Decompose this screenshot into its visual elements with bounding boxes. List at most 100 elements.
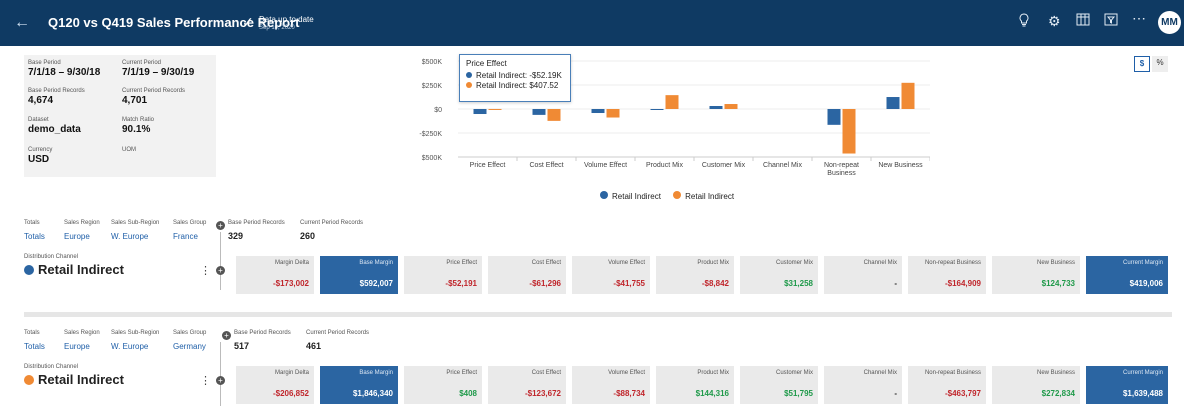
metric-card[interactable]: Margin Delta -$173,002 xyxy=(236,256,314,294)
gear-icon[interactable]: ⚙ xyxy=(1048,13,1061,30)
metric-card-value: $144,316 xyxy=(695,389,729,398)
bar[interactable] xyxy=(606,109,620,118)
subregion-link[interactable]: W. Europe xyxy=(111,232,148,241)
bar[interactable] xyxy=(709,105,723,109)
y-tick-label: $500K xyxy=(422,155,443,162)
metric-card-label: Base Margin xyxy=(359,260,393,266)
plus-icon[interactable]: + xyxy=(222,331,231,340)
metric-card[interactable]: Current Margin $419,006 xyxy=(1086,256,1168,294)
base-records-value: 329 xyxy=(228,231,244,241)
kebab-menu-icon[interactable]: ⋮ xyxy=(200,374,211,387)
current-records-label: Current Period Records xyxy=(306,330,370,336)
bar[interactable] xyxy=(665,95,679,109)
metric-card-value: $419,006 xyxy=(1129,279,1163,288)
totals-link[interactable]: Totals xyxy=(24,342,45,351)
metric-card[interactable]: Customer Mix $31,258 xyxy=(740,256,818,294)
metric-card[interactable]: New Business $272,834 xyxy=(992,366,1080,404)
bar[interactable] xyxy=(827,109,841,125)
metric-card[interactable]: Margin Delta -$206,852 xyxy=(236,366,314,404)
filter-icon[interactable] xyxy=(1104,13,1118,29)
region-label: Sales Region xyxy=(64,330,100,336)
bar[interactable] xyxy=(488,108,502,110)
channel-name-text: Retail Indirect xyxy=(38,262,124,277)
lightbulb-icon[interactable] xyxy=(1018,13,1030,30)
metric-card[interactable]: Non-repeat Business -$164,909 xyxy=(908,256,986,294)
metric-card[interactable]: Volume Effect -$41,755 xyxy=(572,256,650,294)
metric-card[interactable]: Cost Effect -$61,296 xyxy=(488,256,566,294)
metric-card[interactable]: Base Margin $1,846,340 xyxy=(320,366,398,404)
metric-card[interactable]: Product Mix $144,316 xyxy=(656,366,734,404)
metric-card-label: Channel Mix xyxy=(863,260,897,266)
metric-card-label: Current Margin xyxy=(1122,260,1163,266)
x-tick-label: Non-repeat xyxy=(824,162,859,169)
legend-item[interactable]: Retail Indirect xyxy=(673,191,734,201)
dataset-label: Dataset xyxy=(28,117,49,123)
columns-icon[interactable] xyxy=(1076,13,1090,29)
metric-card[interactable]: Channel Mix - xyxy=(824,256,902,294)
bar[interactable] xyxy=(547,109,561,121)
subregion-link[interactable]: W. Europe xyxy=(111,342,148,351)
metric-card[interactable]: Product Mix -$8,842 xyxy=(656,256,734,294)
current-period: Current Period 7/1/19 – 9/30/19 xyxy=(122,59,194,79)
bar[interactable] xyxy=(473,109,487,115)
metric-card-value: $124,733 xyxy=(1041,279,1075,288)
plus-icon[interactable]: + xyxy=(216,376,225,385)
tooltip-title: Price Effect xyxy=(466,59,507,68)
group-link[interactable]: France xyxy=(173,232,198,241)
metric-card[interactable]: Volume Effect -$88,734 xyxy=(572,366,650,404)
dollar-toggle[interactable]: $ xyxy=(1134,56,1150,72)
bar[interactable] xyxy=(886,97,900,109)
y-tick-label: -$250K xyxy=(419,131,442,138)
metric-card[interactable]: Price Effect -$52,191 xyxy=(404,256,482,294)
group-link[interactable]: Germany xyxy=(173,342,206,351)
status-text: Data up to date xyxy=(259,15,314,24)
bar[interactable] xyxy=(724,104,738,109)
metric-card-value: $408 xyxy=(459,389,477,398)
data-status: Data up to date Sep 10, 2020 xyxy=(259,16,314,32)
metric-card[interactable]: Cost Effect -$123,672 xyxy=(488,366,566,404)
bar[interactable] xyxy=(532,109,546,115)
metric-card[interactable]: New Business $124,733 xyxy=(992,256,1080,294)
metric-card[interactable]: Price Effect $408 xyxy=(404,366,482,404)
breakdown-section: Totals Totals Sales Region Europe Sales … xyxy=(0,220,1184,300)
kebab-menu-icon[interactable]: ⋮ xyxy=(200,264,211,277)
more-icon[interactable]: ⋯ xyxy=(1132,10,1146,27)
avatar[interactable]: MM xyxy=(1158,11,1181,34)
metric-card-label: Product Mix xyxy=(697,260,729,266)
bar[interactable] xyxy=(650,109,664,110)
totals-link[interactable]: Totals xyxy=(24,232,45,241)
match-ratio: Match Ratio 90.1% xyxy=(122,116,154,136)
metric-card[interactable]: Channel Mix - xyxy=(824,366,902,404)
metric-card-value: $51,795 xyxy=(784,389,813,398)
group-label: Sales Group xyxy=(173,220,207,226)
x-tick-label: Product Mix xyxy=(646,162,683,169)
bar[interactable] xyxy=(842,109,856,154)
y-tick-label: $0 xyxy=(434,107,442,114)
back-arrow-icon[interactable]: ← xyxy=(14,14,30,32)
metric-card[interactable]: Current Margin $1,639,488 xyxy=(1086,366,1168,404)
channel-dot-icon xyxy=(24,375,34,385)
metric-card-value: $1,846,340 xyxy=(352,389,393,398)
metric-card[interactable]: Base Margin $592,007 xyxy=(320,256,398,294)
percent-toggle[interactable]: % xyxy=(1152,56,1168,72)
metric-card-label: Cost Effect xyxy=(531,370,561,376)
plus-icon[interactable]: + xyxy=(216,266,225,275)
totals-label: Totals xyxy=(24,330,40,336)
bar[interactable] xyxy=(901,82,915,109)
base-period-value: 7/1/18 – 9/30/18 xyxy=(28,67,101,78)
region-link[interactable]: Europe xyxy=(64,342,90,351)
channel-name: Retail Indirect xyxy=(24,372,124,387)
y-tick-label: $250K xyxy=(422,83,443,90)
region-link[interactable]: Europe xyxy=(64,232,90,241)
metric-card-label: Volume Effect xyxy=(608,370,645,376)
legend-item[interactable]: Retail Indirect xyxy=(600,191,661,201)
match-ratio-value: 90.1% xyxy=(122,124,151,135)
bar[interactable] xyxy=(591,109,605,114)
plus-icon[interactable]: + xyxy=(216,221,225,230)
dataset-value: demo_data xyxy=(28,124,81,135)
metric-card[interactable]: Non-repeat Business -$463,797 xyxy=(908,366,986,404)
metric-card-value: -$206,852 xyxy=(272,389,309,398)
metric-card[interactable]: Customer Mix $51,795 xyxy=(740,366,818,404)
metric-card-value: -$173,002 xyxy=(272,279,309,288)
tooltip-row-2: Retail Indirect: $407.52 xyxy=(476,81,559,90)
